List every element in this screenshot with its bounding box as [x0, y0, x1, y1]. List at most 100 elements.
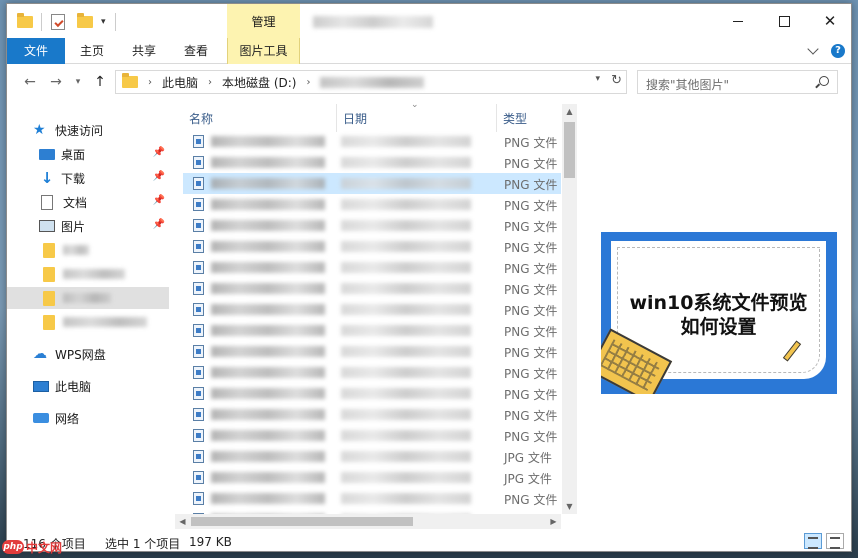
properties-icon[interactable]: [51, 14, 65, 30]
scroll-up-icon[interactable]: ▲: [562, 104, 577, 119]
file-row[interactable]: JPG 文件: [183, 467, 561, 488]
tab-share[interactable]: 共享: [121, 38, 167, 64]
image-file-icon: [193, 177, 204, 190]
sidebar-item-wps[interactable]: ☁ WPS网盘: [7, 343, 169, 365]
sidebar-item-documents[interactable]: 文档 📌: [7, 191, 169, 213]
tab-file[interactable]: 文件: [7, 38, 65, 64]
scroll-right-icon[interactable]: ▶: [546, 514, 561, 529]
tab-picture-tools[interactable]: 图片工具: [227, 38, 300, 64]
window-title: [313, 16, 433, 28]
file-row[interactable]: PNG 文件: [183, 299, 561, 320]
expand-ribbon-icon[interactable]: [807, 43, 819, 55]
file-type: PNG 文件: [504, 430, 558, 444]
breadcrumb-current-folder[interactable]: [320, 76, 425, 88]
file-row[interactable]: PNG 文件: [183, 194, 561, 215]
breadcrumb-drive-d[interactable]: 本地磁盘 (D:): [222, 74, 296, 91]
sidebar-item-desktop[interactable]: 桌面 📌: [7, 143, 169, 165]
folder-icon: [43, 242, 55, 258]
maximize-button[interactable]: [761, 4, 807, 38]
customize-toolbar-icon[interactable]: ▾: [101, 17, 106, 27]
details-view-button[interactable]: [804, 533, 822, 549]
file-row[interactable]: PNG 文件: [183, 362, 561, 383]
manage-tab[interactable]: 管理: [227, 4, 300, 38]
sort-arrow-icon: ⌄: [411, 100, 419, 110]
scrollbar-thumb[interactable]: [564, 122, 575, 178]
pin-icon[interactable]: 📌: [153, 171, 165, 182]
folder-icon[interactable]: [17, 13, 33, 28]
address-history-icon[interactable]: ▾: [595, 74, 600, 84]
sidebar-item-folder[interactable]: [7, 239, 169, 261]
file-name: [211, 430, 325, 441]
refresh-icon[interactable]: ↻: [611, 73, 622, 88]
search-input[interactable]: 搜索"其他图片": [637, 70, 838, 94]
file-row[interactable]: PNG 文件: [183, 425, 561, 446]
file-date: [341, 367, 471, 378]
breadcrumb-separator[interactable]: ›: [208, 77, 212, 88]
vertical-scrollbar[interactable]: ▲ ▼: [562, 104, 577, 514]
sidebar-item-downloads[interactable]: ↓ 下载 📌: [7, 167, 169, 189]
file-row[interactable]: PNG 文件: [183, 488, 561, 509]
forward-arrow-icon[interactable]: →: [47, 73, 65, 91]
folder-icon: [43, 314, 55, 330]
sidebar-item-quick-access[interactable]: ★ 快速访问: [7, 119, 169, 141]
recent-locations-icon[interactable]: ▾: [69, 73, 87, 91]
ribbon-tabs: 文件 主页 共享 查看 图片工具 ?: [7, 38, 851, 64]
file-date: [341, 136, 471, 147]
file-row[interactable]: PNG 文件: [183, 320, 561, 341]
back-arrow-icon[interactable]: ←: [21, 73, 39, 91]
sidebar-item-folder[interactable]: [7, 311, 169, 333]
column-header-name[interactable]: 名称: [189, 110, 213, 127]
file-type: PNG 文件: [504, 388, 558, 402]
file-row[interactable]: JPG 文件: [183, 446, 561, 467]
column-header-date[interactable]: 日期: [343, 110, 367, 127]
image-file-icon: [193, 387, 204, 400]
file-name: [211, 157, 325, 168]
file-row[interactable]: PNG 文件: [183, 131, 561, 152]
file-name: [211, 220, 325, 231]
breadcrumb-separator[interactable]: ›: [306, 77, 310, 88]
pin-icon[interactable]: 📌: [153, 195, 165, 206]
column-divider[interactable]: [336, 104, 337, 132]
image-file-icon: [193, 450, 204, 463]
address-bar[interactable]: › 此电脑 › 本地磁盘 (D:) › ▾ ↻: [115, 70, 627, 94]
file-row[interactable]: PNG 文件: [183, 341, 561, 362]
file-type: PNG 文件: [504, 157, 558, 171]
column-divider[interactable]: [496, 104, 497, 132]
preview-title: win10系统文件预览 如何设置: [629, 292, 808, 338]
help-icon[interactable]: ?: [831, 44, 845, 58]
pin-icon[interactable]: 📌: [153, 219, 165, 230]
search-icon[interactable]: [819, 76, 829, 86]
up-arrow-icon[interactable]: ↑: [91, 73, 109, 91]
document-icon: [41, 194, 53, 210]
sidebar-item-folder-selected[interactable]: [7, 287, 169, 309]
tab-home[interactable]: 主页: [69, 38, 115, 64]
scrollbar-thumb[interactable]: [191, 517, 413, 526]
file-row[interactable]: PNG 文件: [183, 152, 561, 173]
large-icons-view-button[interactable]: [826, 533, 844, 549]
file-row[interactable]: PNG 文件: [183, 215, 561, 236]
image-file-icon: [193, 198, 204, 211]
file-row[interactable]: PNG 文件: [183, 257, 561, 278]
file-row[interactable]: PNG 文件: [183, 173, 561, 194]
navigation-bar: ← → ▾ ↑ › 此电脑 › 本地磁盘 (D:) › ▾ ↻ 搜索"其他图片": [7, 65, 851, 99]
close-button[interactable]: ✕: [807, 4, 851, 38]
sidebar-item-network[interactable]: 网络: [7, 407, 169, 429]
file-row[interactable]: PNG 文件: [183, 278, 561, 299]
scroll-down-icon[interactable]: ▼: [562, 499, 577, 514]
file-row[interactable]: PNG 文件: [183, 404, 561, 425]
minimize-button[interactable]: [715, 4, 761, 38]
scroll-left-icon[interactable]: ◀: [175, 514, 190, 529]
column-header-type[interactable]: 类型: [503, 110, 527, 127]
breadcrumb-this-pc[interactable]: 此电脑: [162, 74, 198, 91]
new-folder-icon[interactable]: [77, 13, 93, 28]
tab-view[interactable]: 查看: [173, 38, 219, 64]
pin-icon[interactable]: 📌: [153, 147, 165, 158]
breadcrumb-separator[interactable]: ›: [148, 77, 152, 88]
sidebar-item-pictures[interactable]: 图片 📌: [7, 215, 169, 237]
file-name: [211, 493, 325, 504]
horizontal-scrollbar[interactable]: ◀ ▶: [175, 514, 561, 529]
sidebar-item-folder[interactable]: [7, 263, 169, 285]
file-row[interactable]: PNG 文件: [183, 383, 561, 404]
file-row[interactable]: PNG 文件: [183, 236, 561, 257]
sidebar-item-this-pc[interactable]: 此电脑: [7, 375, 169, 397]
